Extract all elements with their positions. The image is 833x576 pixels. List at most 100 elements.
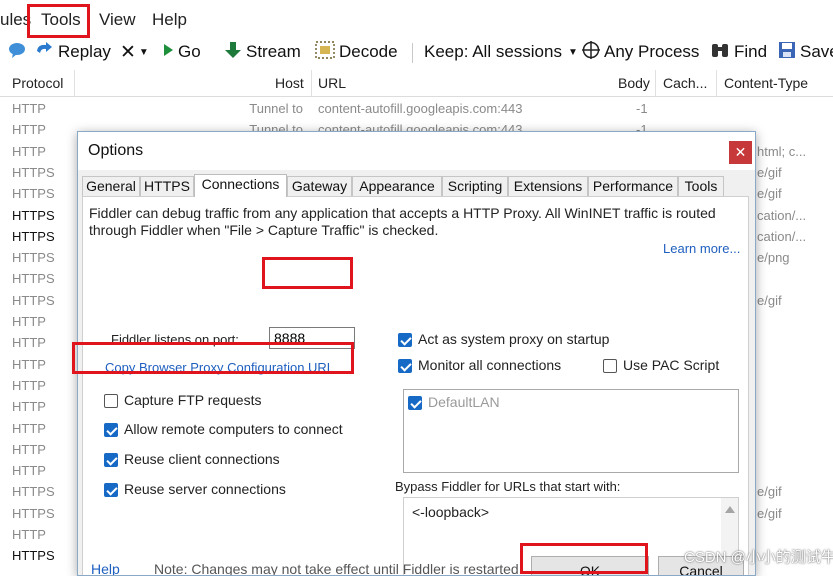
column-divider <box>655 70 656 96</box>
port-label: Fiddler listens on port: <box>111 332 239 347</box>
reuse-client-label: Reuse client connections <box>124 451 280 467</box>
save-icon <box>778 41 796 64</box>
cell-content-type: cation/... <box>757 207 807 223</box>
column-divider <box>311 70 312 96</box>
lan-item-label: DefaultLAN <box>428 394 500 410</box>
close-button[interactable]: ✕ <box>729 141 752 164</box>
comment-button[interactable] <box>8 40 30 64</box>
cell-protocol: HTTPS <box>12 250 55 266</box>
crosshair-icon <box>582 40 600 64</box>
cell-content-type: e/gif <box>757 164 782 180</box>
cell-url: content-autofill.googleapis.com:443 <box>318 101 523 116</box>
column-divider <box>74 70 75 96</box>
stream-button[interactable]: Stream <box>224 40 301 64</box>
column-body[interactable]: Body <box>618 75 650 91</box>
remove-button[interactable]: ✕ ▼ <box>120 40 149 64</box>
decode-icon <box>315 40 335 64</box>
tab-connections[interactable]: Connections <box>194 174 287 197</box>
cell-protocol: HTTPS <box>12 186 55 202</box>
cell-content-type: e/gif <box>757 484 782 500</box>
learn-more-link[interactable]: Learn more... <box>663 241 740 256</box>
cell-protocol: HTTPS <box>12 228 55 244</box>
scroll-up-icon[interactable] <box>725 506 735 513</box>
reuse-client-checkbox[interactable] <box>104 453 118 467</box>
column-protocol[interactable]: Protocol <box>12 75 63 91</box>
save-button[interactable]: Save <box>778 40 833 64</box>
stream-label: Stream <box>246 42 301 61</box>
tab-performance[interactable]: Performance <box>588 176 678 196</box>
dialog-title-bar[interactable]: Options ✕ <box>78 132 755 170</box>
any-process-label: Any Process <box>604 42 700 61</box>
description-line-1: Fiddler can debug traffic from any appli… <box>89 205 716 221</box>
any-process-button[interactable]: Any Process <box>582 40 699 64</box>
stream-icon <box>224 41 242 64</box>
chevron-down-icon: ▼ <box>567 46 578 58</box>
dialog-title: Options <box>88 142 144 159</box>
column-host[interactable]: Host <box>275 75 304 91</box>
decode-button[interactable]: Decode <box>315 40 398 64</box>
tab-tools[interactable]: Tools <box>678 176 724 196</box>
tab-general[interactable]: General <box>82 176 140 196</box>
tab-gateway[interactable]: Gateway <box>287 176 352 196</box>
cell-protocol: HTTP <box>12 420 46 436</box>
lan-item-checkbox[interactable] <box>408 396 422 410</box>
menu-view[interactable]: View <box>99 10 136 30</box>
column-content-type[interactable]: Content-Type <box>724 75 808 91</box>
cell-protocol: HTTP <box>12 122 46 138</box>
cell-protocol: HTTP <box>12 377 46 393</box>
cell-content-type: e/gif <box>757 186 782 202</box>
find-button[interactable]: Find <box>710 40 767 64</box>
cell-content-type: e/gif <box>757 505 782 521</box>
play-icon <box>162 42 174 63</box>
cell-content-type: e/png <box>757 250 790 266</box>
toolbar: Replay ✕ ▼ Go Stream Decode Keep: All se… <box>0 40 833 66</box>
ok-button[interactable]: OK <box>531 556 649 575</box>
menu-help[interactable]: Help <box>152 10 187 30</box>
cell-protocol: HTTPS <box>12 505 55 521</box>
table-row[interactable]: HTTP Tunnel to content-autofill.googleapis… <box>0 99 833 120</box>
tab-scripting[interactable]: Scripting <box>442 176 508 196</box>
session-list-header: Protocol Host URL Body Cach... Content-T… <box>0 70 833 97</box>
capture-ftp-label: Capture FTP requests <box>124 392 262 408</box>
menu-rules[interactable]: ules <box>0 10 31 30</box>
keep-sessions-label: Keep: All sessions <box>424 42 562 61</box>
menu-tools[interactable]: Tools <box>41 10 81 30</box>
cell-content-type: e/gif <box>757 292 782 308</box>
decode-label: Decode <box>339 42 398 61</box>
tab-extensions[interactable]: Extensions <box>508 176 588 196</box>
use-pac-checkbox[interactable] <box>603 359 617 373</box>
cell-host: Tunnel to <box>249 101 303 116</box>
column-url[interactable]: URL <box>318 75 346 91</box>
copy-proxy-config-link[interactable]: Copy Browser Proxy Configuration URL <box>105 360 334 375</box>
keep-sessions-dropdown[interactable]: Keep: All sessions ▼ <box>424 40 578 64</box>
cell-protocol: HTTP <box>12 335 46 351</box>
replay-button[interactable]: Replay <box>34 40 111 64</box>
act-as-proxy-checkbox[interactable] <box>398 333 412 347</box>
monitor-all-checkbox[interactable] <box>398 359 412 373</box>
cell-protocol: HTTP <box>12 143 46 159</box>
allow-remote-label: Allow remote computers to connect <box>124 421 343 437</box>
toolbar-divider <box>412 43 413 63</box>
cell-content-type: html; c... <box>757 143 807 159</box>
use-pac-label: Use PAC Script <box>623 357 720 373</box>
cell-protocol: HTTP <box>12 356 46 372</box>
reuse-server-checkbox[interactable] <box>104 483 118 497</box>
allow-remote-checkbox[interactable] <box>104 423 118 437</box>
column-divider <box>716 70 717 96</box>
cell-protocol: HTTP <box>12 314 46 329</box>
cell-protocol: HTTP <box>12 441 46 457</box>
column-caching[interactable]: Cach... <box>663 75 707 91</box>
lan-list[interactable]: DefaultLAN <box>403 389 739 473</box>
cell-protocol: HTTP <box>12 399 46 415</box>
port-input[interactable] <box>269 327 355 349</box>
bypass-value: <-loopback> <box>412 504 490 520</box>
binoculars-icon <box>710 41 730 64</box>
bypass-label: Bypass Fiddler for URLs that start with: <box>395 479 621 494</box>
cell-protocol: HTTPS <box>12 292 55 308</box>
go-button[interactable]: Go <box>162 40 201 64</box>
tab-https[interactable]: HTTPS <box>140 176 194 196</box>
capture-ftp-checkbox[interactable] <box>104 394 118 408</box>
comment-icon <box>8 41 26 64</box>
monitor-all-label: Monitor all connections <box>418 357 562 373</box>
tab-appearance[interactable]: Appearance <box>352 176 442 196</box>
